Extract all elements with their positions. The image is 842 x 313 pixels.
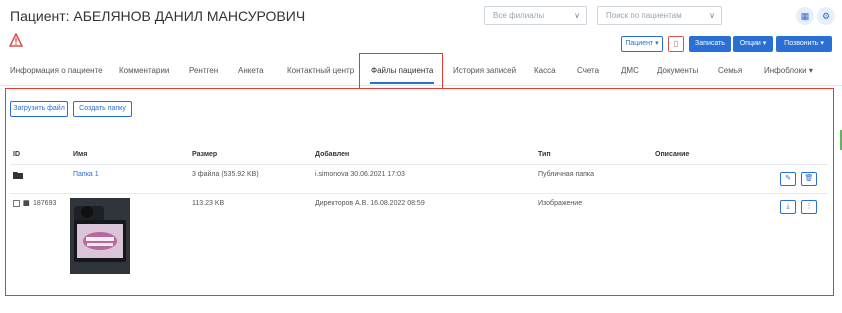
- column-header-type: Тип: [538, 151, 551, 158]
- row-divider: [10, 193, 828, 194]
- file-size: 3 файла (535.92 KB): [192, 171, 259, 178]
- tab-family[interactable]: Семья: [718, 66, 742, 75]
- file-type: Публичная папка: [538, 171, 595, 178]
- column-header-description: Описание: [655, 151, 690, 158]
- file-added: i.simonova 30.06.2021 17:03: [315, 171, 405, 178]
- tab-comments[interactable]: Комментарии: [119, 66, 169, 75]
- patient-search-input[interactable]: Поиск по пациентам ∨: [597, 6, 722, 25]
- column-header-id: ID: [13, 151, 20, 158]
- row-divider: [10, 164, 828, 165]
- kebab-menu-icon: ⋮: [805, 203, 813, 210]
- options-button[interactable]: Опции ▾: [733, 36, 773, 52]
- gear-icon: ⚙: [821, 11, 831, 21]
- book-button[interactable]: Записать: [689, 36, 731, 52]
- tab-patient-info[interactable]: Информация о пациенте: [10, 66, 103, 75]
- tab-invoices[interactable]: Счета: [577, 66, 599, 75]
- settings-button[interactable]: ⚙: [817, 7, 835, 25]
- file-id: 187693: [33, 200, 57, 207]
- mobile-button[interactable]: ▯: [668, 36, 684, 52]
- drag-handle-icon[interactable]: ▦: [23, 199, 30, 207]
- tab-dms[interactable]: ДМС: [621, 66, 639, 75]
- tab-documents[interactable]: Документы: [657, 66, 698, 75]
- tab-contact-center[interactable]: Контактный центр: [287, 66, 354, 75]
- branches-select[interactable]: Все филиалы ∨: [484, 6, 587, 25]
- call-button[interactable]: Позвонить ▾: [776, 36, 832, 52]
- tab-questionnaire[interactable]: Анкета: [238, 66, 264, 75]
- file-added: Директоров А.В. 16.08.2022 08:59: [315, 200, 425, 207]
- file-size: 113.23 KB: [192, 200, 225, 207]
- download-icon: ⤓: [786, 203, 790, 210]
- create-folder-button[interactable]: Создать папку: [73, 101, 132, 117]
- pencil-icon: ✎: [785, 175, 791, 182]
- branches-select-label: Все филиалы: [493, 11, 545, 20]
- download-button[interactable]: ⤓: [780, 200, 796, 214]
- column-header-name: Имя: [73, 151, 88, 158]
- folder-name-link[interactable]: Папка 1: [73, 171, 99, 178]
- grid-view-button[interactable]: ▦: [796, 7, 814, 25]
- trash-icon: 🗑: [804, 175, 814, 182]
- tab-cashier[interactable]: Касса: [534, 66, 556, 75]
- tab-visit-history[interactable]: История записей: [453, 66, 516, 75]
- folder-icon: [13, 172, 23, 179]
- edit-button[interactable]: ✎: [780, 172, 796, 186]
- phone-icon: ▯: [673, 39, 679, 48]
- page-title: Пациент: АБЕЛЯНОВ ДАНИЛ МАНСУРОВИЧ: [10, 8, 306, 24]
- tab-highlight-box: [359, 53, 443, 89]
- grid-icon: ▦: [800, 11, 810, 21]
- more-button[interactable]: ⋮: [801, 200, 817, 214]
- delete-button[interactable]: 🗑: [801, 172, 817, 186]
- tab-infoblocks[interactable]: Инфоблоки ▾: [764, 66, 813, 75]
- row-checkbox[interactable]: [13, 200, 20, 207]
- column-header-size: Размер: [192, 151, 218, 158]
- file-type: Изображение: [538, 200, 583, 207]
- patient-search-placeholder: Поиск по пациентам: [606, 11, 682, 20]
- column-header-added: Добавлен: [315, 151, 350, 158]
- upload-file-button[interactable]: Загрузить файл: [10, 101, 68, 117]
- file-thumbnail[interactable]: [70, 198, 130, 274]
- chevron-down-icon: ∨: [709, 11, 715, 20]
- tab-xray[interactable]: Рентген: [189, 66, 218, 75]
- chevron-down-icon: ∨: [574, 11, 580, 20]
- patient-menu-button[interactable]: Пациент ▾: [621, 36, 663, 52]
